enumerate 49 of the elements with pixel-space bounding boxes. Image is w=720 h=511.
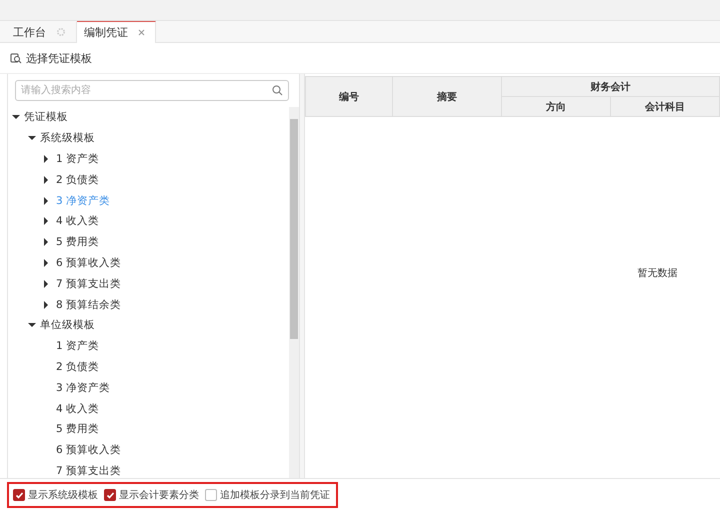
column-header: 方向 (502, 96, 610, 116)
caret-right-icon[interactable] (44, 196, 48, 205)
checkbox-label[interactable]: 显示会计要素分类 (119, 488, 199, 502)
close-icon[interactable] (138, 29, 145, 36)
caret-right-icon[interactable] (44, 176, 48, 184)
search-icon[interactable] (272, 85, 283, 96)
select-template-button[interactable]: 选择凭证模板 (8, 48, 94, 68)
tree-item[interactable]: 5 费用类 (8, 418, 289, 440)
tree-item[interactable]: 凭证模板 (8, 107, 289, 128)
caret-right-icon[interactable] (44, 238, 48, 246)
search-field[interactable]: 请输入搜索内容 (15, 80, 289, 101)
check-icon (14, 490, 24, 500)
checkbox[interactable] (104, 489, 116, 501)
caret-right-icon[interactable] (44, 300, 48, 309)
checkbox-label[interactable]: 追加模板分录到当前凭证 (220, 488, 330, 502)
caret-down-icon[interactable] (28, 323, 36, 328)
caret-down-icon[interactable] (12, 115, 20, 120)
tree-item[interactable]: 5 费用类 (8, 232, 289, 253)
caret-right-icon[interactable] (44, 154, 48, 163)
tree-item[interactable]: 7 预算支出类 (8, 460, 289, 478)
tree-item[interactable]: 系统级模板 (8, 128, 289, 149)
caret-down-icon[interactable] (28, 136, 36, 140)
checkbox-label[interactable]: 显示系统级模板 (28, 488, 98, 502)
caret-right-icon[interactable] (44, 280, 48, 288)
tree-item[interactable]: 4 收入类 (8, 398, 289, 419)
tree-item[interactable]: 2 负债类 (8, 356, 289, 378)
tree-item[interactable]: 3 净资产类 (8, 377, 289, 398)
column-header: 摘要 (392, 76, 502, 116)
column-header: 编号 (306, 76, 392, 116)
caret-right-icon[interactable] (44, 258, 48, 267)
checkbox[interactable] (205, 489, 217, 501)
tree-item[interactable]: 6 预算收入类 (8, 440, 289, 461)
tree-item[interactable]: 单位级模板 (8, 314, 289, 336)
checkbox[interactable] (13, 489, 25, 501)
tree-item[interactable]: 8 预算结余类 (8, 294, 289, 315)
column-group-header: 财务会计 (502, 76, 720, 96)
tree-item[interactable]: 1 资产类 (8, 148, 289, 170)
tree-item[interactable]: 6 预算收入类 (8, 252, 289, 274)
scrollbar[interactable] (289, 107, 299, 478)
tree-item[interactable]: 1 资产类 (8, 336, 289, 357)
column-header: 会计科目 (610, 96, 720, 116)
caret-right-icon[interactable] (44, 217, 48, 226)
tab[interactable]: 编制凭证 (77, 21, 156, 43)
check-icon (106, 490, 114, 500)
tree-item[interactable]: 7 预算支出类 (8, 273, 289, 294)
tree-item[interactable]: 4 收入类 (8, 210, 289, 232)
tree-item[interactable]: 2 负债类 (8, 169, 289, 190)
empty-message: 暂无数据 (638, 266, 678, 280)
search-icon (10, 52, 22, 64)
